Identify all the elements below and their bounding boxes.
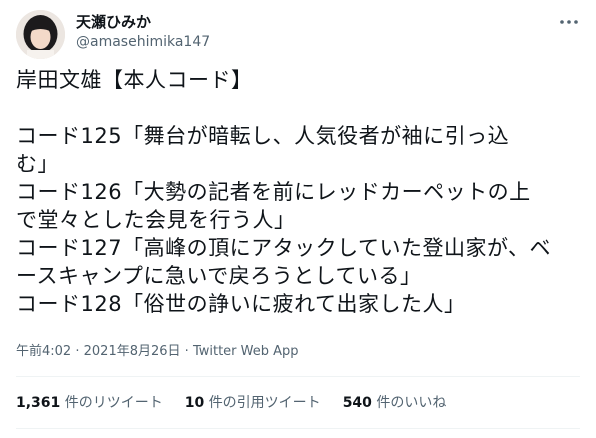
likes-stat[interactable]: 540 件のいいね	[343, 393, 447, 413]
avatar-image	[16, 10, 65, 59]
tweet-line: コード127「高峰の頂にアタックしていた登山家が、ベ	[16, 236, 552, 260]
tweet-time[interactable]: 午前4:02	[16, 344, 71, 359]
divider	[16, 428, 580, 429]
tweet-text: 岸田文雄【本人コード】 コード125「舞台が暗転し、人気役者が袖に引っ込 む」 …	[16, 66, 582, 318]
more-options-button[interactable]	[558, 12, 580, 32]
tweet-line: コード126「大勢の記者を前にレッドカーペットの上	[16, 180, 531, 204]
tweet-header: 天瀬ひみか @amasehimika147	[16, 8, 580, 59]
tweet-source[interactable]: Twitter Web App	[193, 344, 299, 359]
meta-separator: ·	[184, 344, 189, 359]
quotes-stat[interactable]: 10 件の引用ツイート	[185, 393, 321, 413]
tweet-line: む」	[16, 152, 59, 176]
likes-label: 件のいいね	[376, 395, 447, 411]
author-display-name[interactable]: 天瀬ひみか	[76, 12, 210, 32]
avatar[interactable]	[16, 10, 65, 59]
tweet-date[interactable]: 2021年8月26日	[84, 344, 181, 359]
tweet-stats: 1,361 件のリツイート 10 件の引用ツイート 540 件のいいね	[16, 393, 446, 413]
quotes-label: 件の引用ツイート	[208, 395, 321, 411]
retweets-count: 1,361	[16, 395, 61, 411]
quotes-count: 10	[184, 395, 205, 411]
tweet-title-line: 岸田文雄【本人コード】	[16, 68, 253, 92]
author-block: 天瀬ひみか @amasehimika147	[76, 12, 210, 52]
divider	[16, 376, 580, 377]
retweets-stat[interactable]: 1,361 件のリツイート	[16, 393, 163, 413]
tweet-line: コード128「俗世の諍いに疲れて出家した人」	[16, 292, 466, 316]
tweet-line: コード125「舞台が暗転し、人気役者が袖に引っ込	[16, 124, 510, 148]
tweet-meta: 午前4:02 · 2021年8月26日 · Twitter Web App	[16, 343, 299, 361]
likes-count: 540	[342, 395, 372, 411]
author-handle[interactable]: @amasehimika147	[76, 32, 210, 52]
more-horizontal-icon	[560, 20, 578, 24]
tweet-card: 天瀬ひみか @amasehimika147 岸田文雄【本人コード】 コード125…	[0, 0, 596, 438]
meta-separator: ·	[75, 344, 80, 359]
tweet-line: で堂々とした会見を行う人」	[16, 208, 296, 232]
tweet-line: ースキャンプに急いで戻ろうとしている」	[16, 264, 422, 288]
retweets-label: 件のリツイート	[64, 395, 163, 411]
